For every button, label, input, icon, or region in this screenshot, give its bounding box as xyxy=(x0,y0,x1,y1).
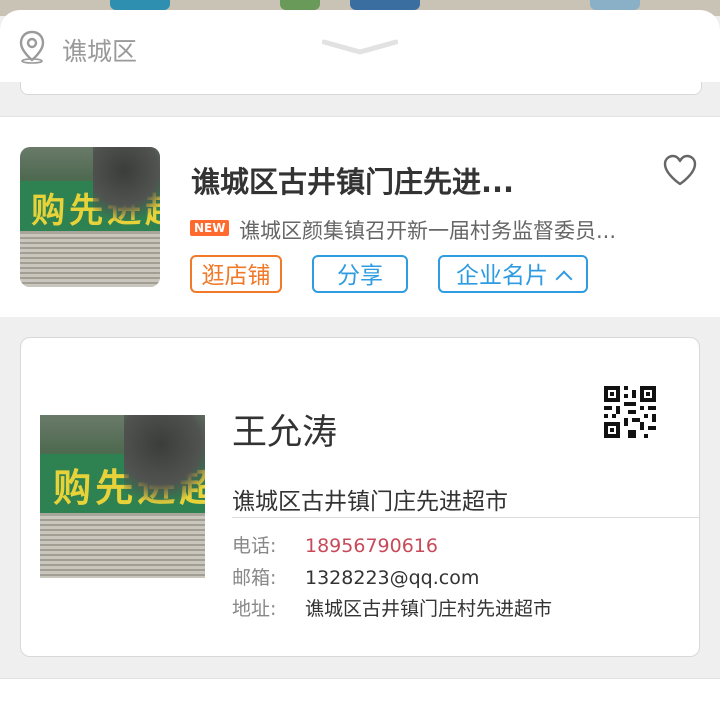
phone-number-link[interactable]: 18956790616 xyxy=(305,535,438,557)
address-label: 地址: xyxy=(232,598,277,620)
shop-list-item[interactable]: 购先进超市 谯城区古井镇门庄先进... NEW 谯城区颜集镇召开新一届村务监督委… xyxy=(0,116,720,317)
contact-name: 王允涛 xyxy=(232,413,338,453)
shop-title[interactable]: 谯城区古井镇门庄先进... xyxy=(191,159,514,201)
location-header: 谯城区 xyxy=(0,10,720,82)
location-label[interactable]: 谯城区 xyxy=(62,32,137,68)
email-value: 1328223@qq.com xyxy=(305,567,480,589)
email-row: 邮箱: 1328223@qq.com xyxy=(232,563,479,590)
divider xyxy=(232,517,699,518)
previous-card-edge xyxy=(20,82,702,95)
share-label: 分享 xyxy=(337,263,383,289)
share-button[interactable]: 分享 xyxy=(312,255,408,293)
business-card-label: 企业名片 xyxy=(456,263,548,289)
phone-row: 电话: 18956790616 xyxy=(232,531,438,558)
qr-code-icon[interactable] xyxy=(604,386,656,438)
business-card-photo: 购先进超市 xyxy=(40,415,205,578)
favorite-heart-icon[interactable] xyxy=(662,153,698,187)
business-card-toggle-button[interactable]: 企业名片 xyxy=(438,255,588,293)
collapse-chevron-icon[interactable] xyxy=(322,38,398,56)
new-badge: NEW xyxy=(190,220,230,236)
bottom-sheet: 谯城区 购先进超市 谯城区古井镇门庄先进... NEW 谯城区颜集镇召开新一届村… xyxy=(0,10,720,709)
address-row: 地址: 谯城区古井镇门庄村先进超市 xyxy=(232,594,552,621)
shop-news-text[interactable]: 谯城区颜集镇召开新一届村务监督委员... xyxy=(239,215,616,245)
company-name: 谯城区古井镇门庄先进超市 xyxy=(232,489,508,515)
phone-label: 电话: xyxy=(232,535,277,557)
visit-store-button[interactable]: 逛店铺 xyxy=(190,255,282,293)
visit-store-label: 逛店铺 xyxy=(201,263,271,289)
email-label: 邮箱: xyxy=(232,567,277,589)
address-value: 谯城区古井镇门庄村先进超市 xyxy=(305,598,553,620)
location-pin-icon xyxy=(19,30,45,64)
next-list-item[interactable] xyxy=(0,678,720,709)
chevron-up-icon xyxy=(555,270,573,288)
shop-thumbnail[interactable]: 购先进超市 xyxy=(20,147,160,287)
business-card: 购先进超市 王允涛 谯城区古井镇门庄先进超市 电话: 18956790616 邮箱… xyxy=(20,337,700,657)
